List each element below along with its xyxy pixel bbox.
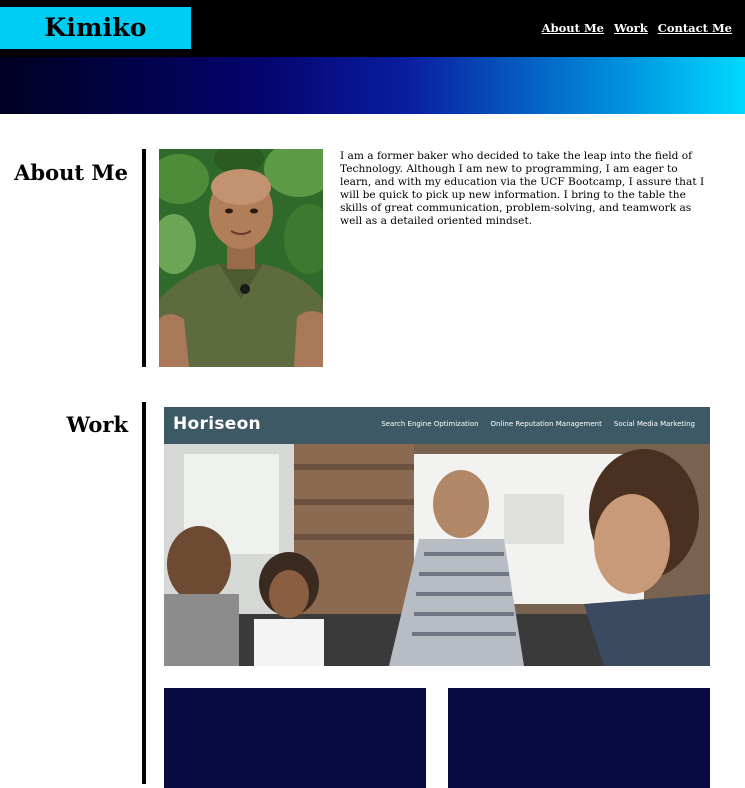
work-divider — [142, 402, 146, 784]
nav-link-contact[interactable]: Contact Me — [658, 21, 732, 35]
nav-link-work[interactable]: Work — [614, 21, 648, 35]
site-header: Kimiko Dixon About Me Work Contact Me — [0, 0, 745, 84]
about-divider — [142, 149, 146, 367]
profile-photo — [159, 149, 323, 367]
project-link-social: Social Media Marketing — [613, 420, 695, 428]
main-nav: About Me Work Contact Me — [542, 21, 732, 35]
project-nav-links: Search Engine Optimization Online Reputa… — [381, 420, 695, 428]
hero-banner — [0, 57, 745, 114]
about-title: About Me — [14, 160, 128, 185]
project-preview-image — [164, 444, 710, 666]
featured-project-card[interactable]: Horiseon Search Engine Optimization Onli… — [164, 407, 710, 666]
site-logo[interactable]: Kimiko Dixon — [0, 7, 191, 84]
project-navbar: Horiseon Search Engine Optimization Onli… — [164, 407, 710, 444]
work-title: Work — [66, 412, 129, 437]
project-tile-2[interactable] — [448, 688, 710, 788]
project-link-seo: Search Engine Optimization — [381, 420, 479, 428]
nav-link-about[interactable]: About Me — [542, 21, 604, 35]
project-brand: Horiseon — [173, 414, 261, 434]
project-tile-1[interactable] — [164, 688, 426, 788]
project-link-reputation: Online Reputation Management — [490, 420, 602, 428]
about-description: I am a former baker who decided to take … — [340, 150, 705, 227]
